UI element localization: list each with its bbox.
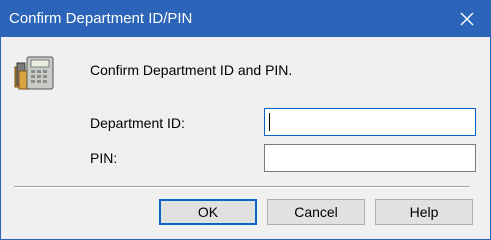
pin-input[interactable] <box>264 144 476 172</box>
text-caret <box>269 113 270 131</box>
close-icon <box>460 12 474 26</box>
department-id-label: Department ID: <box>90 115 185 131</box>
title-bar[interactable]: Confirm Department ID/PIN <box>1 1 490 37</box>
dialog-window: Confirm Department ID/PIN Confirm Depart… <box>0 0 491 240</box>
ok-button[interactable]: OK <box>159 199 257 225</box>
close-button[interactable] <box>444 1 490 37</box>
help-button[interactable]: Help <box>375 199 473 225</box>
separator <box>14 186 470 188</box>
window-title: Confirm Department ID/PIN <box>9 10 193 27</box>
calculator-icon <box>14 56 54 90</box>
intro-text: Confirm Department ID and PIN. <box>90 62 293 78</box>
department-id-input[interactable] <box>264 108 476 136</box>
cancel-button[interactable]: Cancel <box>267 199 365 225</box>
pin-label: PIN: <box>90 150 118 166</box>
